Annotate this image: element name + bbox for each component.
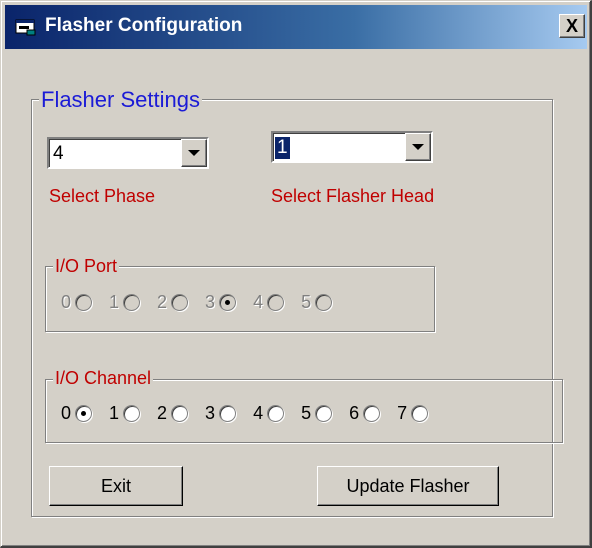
io-channel-option[interactable]: 5: [301, 403, 333, 424]
io-port-option: 2: [157, 292, 189, 313]
io-channel-legend: I/O Channel: [53, 368, 154, 389]
io-channel-radio[interactable]: [171, 405, 189, 422]
io-channel-option-label: 4: [253, 403, 264, 423]
io-channel-radio[interactable]: [363, 405, 381, 422]
flasher-head-select-value: 1: [275, 137, 290, 159]
io-port-option-label: 1: [109, 292, 120, 312]
io-channel-radio[interactable]: [411, 405, 429, 422]
io-port-option: 5: [301, 292, 333, 313]
io-port-radio-group: 0 1 2 3 4 5: [61, 292, 349, 313]
io-port-option-label: 0: [61, 292, 72, 312]
phase-select[interactable]: 4: [47, 137, 209, 169]
io-channel-option-label: 3: [205, 403, 216, 423]
update-flasher-button-label: Update Flasher: [346, 475, 470, 496]
io-port-legend: I/O Port: [53, 256, 120, 277]
flasher-config-window: Flasher Configuration X Flasher Settings…: [0, 0, 592, 548]
exit-button-label: Exit: [100, 475, 131, 496]
app-icon: [15, 19, 36, 36]
flasher-head-select[interactable]: 1: [271, 131, 433, 163]
flasher-settings-legend: Flasher Settings: [39, 87, 202, 113]
flasher-head-select-label: Select Flasher Head: [271, 186, 435, 206]
phase-select-value: 4: [53, 143, 64, 164]
io-channel-option[interactable]: 3: [205, 403, 237, 424]
io-port-option: 0: [61, 292, 93, 313]
io-port-option: 4: [253, 292, 285, 313]
chevron-down-icon[interactable]: [405, 133, 431, 161]
io-channel-radio[interactable]: [219, 405, 237, 422]
io-port-radio: [75, 294, 93, 311]
io-channel-option-label: 7: [397, 403, 408, 423]
title-bar[interactable]: Flasher Configuration X: [5, 5, 587, 49]
io-channel-option[interactable]: 4: [253, 403, 285, 424]
io-port-radio: [267, 294, 285, 311]
io-channel-option-label: 6: [349, 403, 360, 423]
io-channel-radio[interactable]: [123, 405, 141, 422]
phase-select-label: Select Phase: [49, 186, 156, 206]
io-channel-option[interactable]: 1: [109, 403, 141, 424]
io-port-option-label: 3: [205, 292, 216, 312]
io-port-option: 3: [205, 292, 237, 313]
io-port-radio: [123, 294, 141, 311]
chevron-down-icon[interactable]: [181, 139, 207, 167]
io-channel-option-label: 0: [61, 403, 72, 423]
io-channel-option-label: 2: [157, 403, 168, 423]
exit-button[interactable]: Exit: [49, 466, 183, 506]
io-port-option-label: 4: [253, 292, 264, 312]
io-port-option: 1: [109, 292, 141, 313]
io-channel-option-label: 1: [109, 403, 120, 423]
io-port-radio: [219, 294, 237, 311]
close-button[interactable]: X: [559, 14, 585, 38]
io-channel-option-label: 5: [301, 403, 312, 423]
io-port-radio: [315, 294, 333, 311]
close-icon: X: [565, 15, 578, 36]
io-channel-radio[interactable]: [315, 405, 333, 422]
io-port-option-label: 5: [301, 292, 312, 312]
io-channel-option[interactable]: 6: [349, 403, 381, 424]
io-channel-radio[interactable]: [75, 405, 93, 422]
io-channel-option[interactable]: 2: [157, 403, 189, 424]
update-flasher-button[interactable]: Update Flasher: [317, 466, 499, 506]
io-port-radio: [171, 294, 189, 311]
io-channel-option[interactable]: 7: [397, 403, 429, 424]
window-title: Flasher Configuration: [45, 15, 243, 36]
io-port-option-label: 2: [157, 292, 168, 312]
io-channel-option[interactable]: 0: [61, 403, 93, 424]
io-channel-radio[interactable]: [267, 405, 285, 422]
io-channel-radio-group: 0 1 2 3 4 5 6 7: [61, 403, 445, 424]
